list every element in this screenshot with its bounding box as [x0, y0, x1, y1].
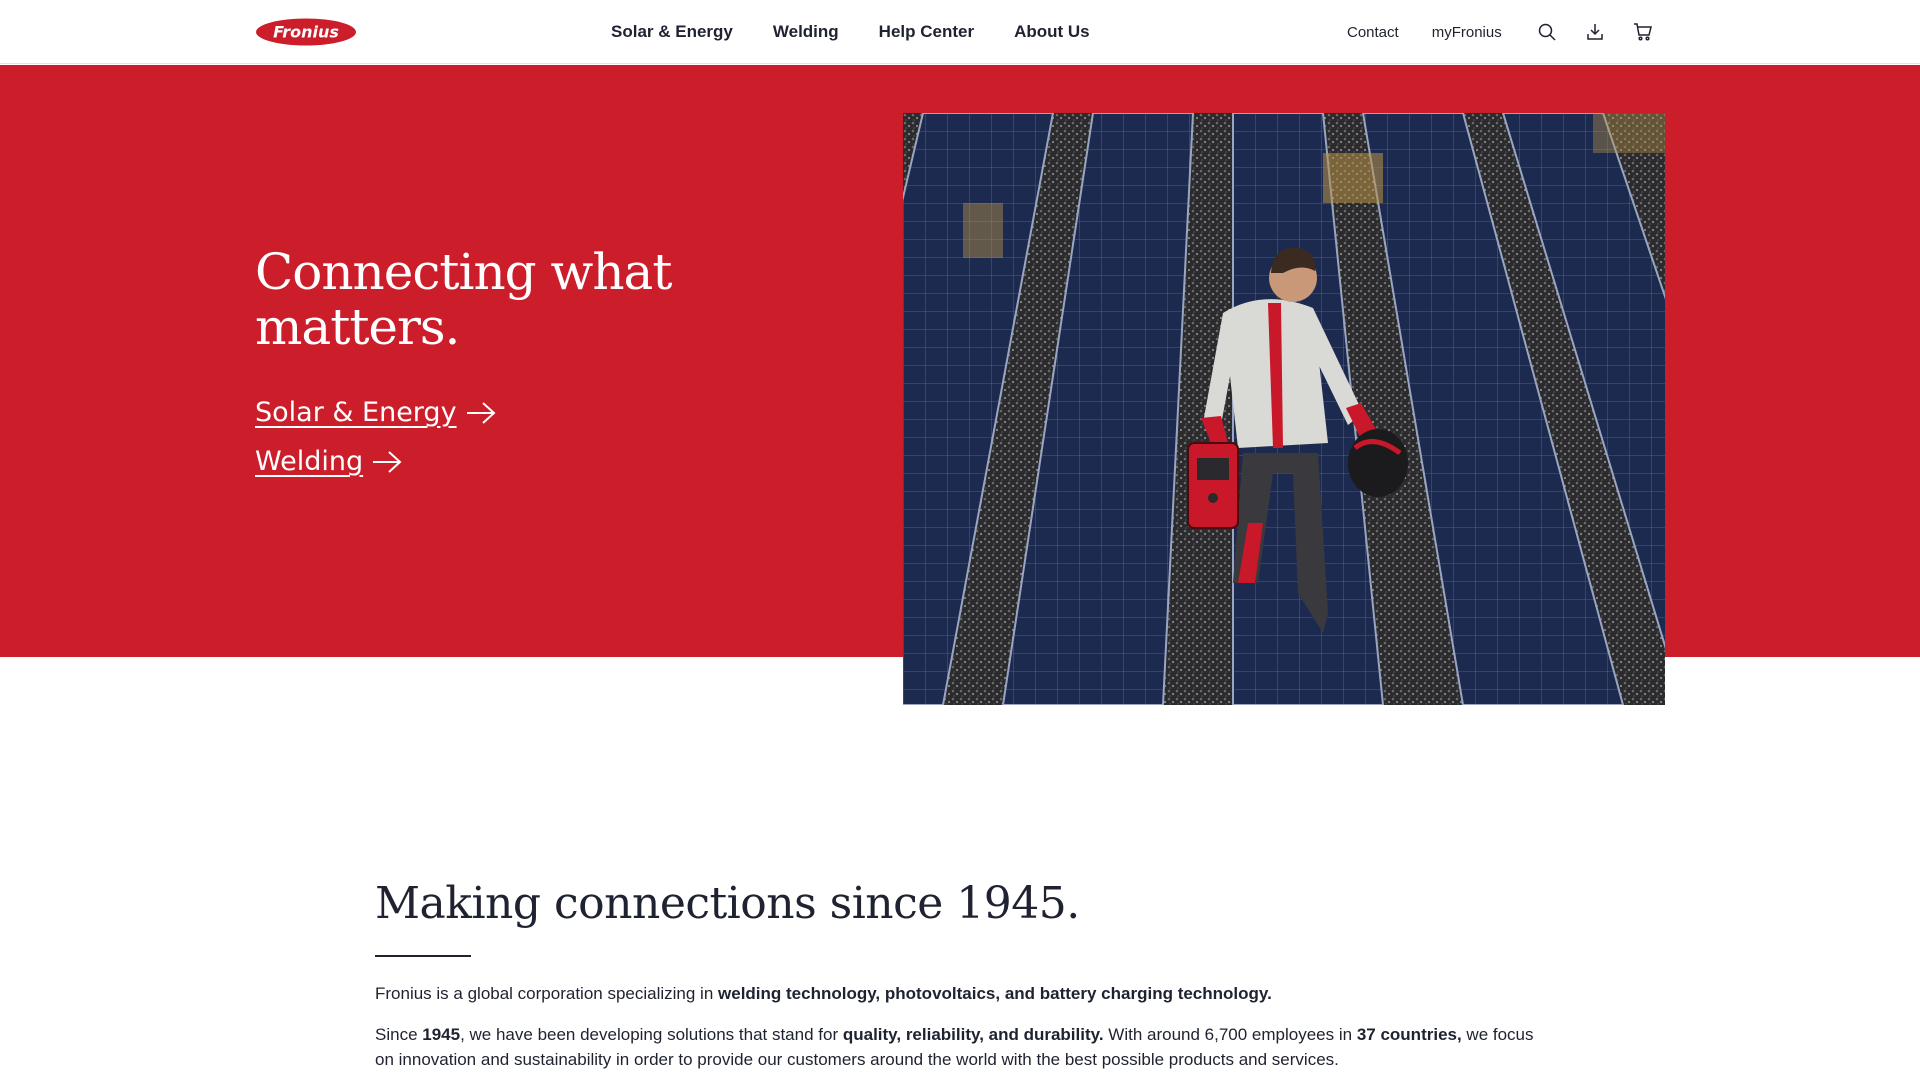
svg-text:Fronius: Fronius	[273, 23, 339, 42]
text-span: Fronius is a global corporation speciali…	[375, 984, 719, 1003]
about-paragraph-2: Since 1945, we have been developing solu…	[375, 1022, 1545, 1072]
nav-about-us[interactable]: About Us	[1014, 22, 1090, 42]
hero-link-solar-energy[interactable]: Solar & Energy	[255, 388, 497, 437]
text-span: Since	[375, 1025, 423, 1044]
fronius-logo[interactable]: Fronius	[255, 17, 357, 47]
text-span: With around 6,700 employees in	[1103, 1025, 1357, 1044]
search-icon[interactable]	[1535, 20, 1559, 44]
about-title: Making connections since 1945.	[375, 878, 1080, 929]
bold-text: 37 countries,	[1356, 1025, 1462, 1044]
nav-solar-energy[interactable]: Solar & Energy	[611, 22, 733, 42]
nav-help-center[interactable]: Help Center	[879, 22, 974, 42]
hero-link-label: Solar & Energy	[255, 397, 457, 428]
download-icon[interactable]	[1583, 20, 1607, 44]
bold-text: 1945	[422, 1025, 461, 1044]
hero-title: Connecting what matters.	[255, 243, 672, 356]
hero-photo-welder-solar-panels	[903, 113, 1665, 705]
hero-link-label: Welding	[255, 446, 364, 477]
contact-link[interactable]: Contact	[1347, 24, 1399, 41]
myfronius-link[interactable]: myFronius	[1432, 24, 1502, 41]
arrow-right-icon	[466, 401, 496, 424]
title-divider	[375, 955, 471, 957]
main-nav: Solar & Energy Welding Help Center About…	[611, 0, 1090, 64]
about-paragraph-1: Fronius is a global corporation speciali…	[375, 981, 1545, 1006]
text-span: , we have been developing solutions that…	[460, 1025, 843, 1044]
cart-icon[interactable]	[1631, 20, 1655, 44]
site-header: Fronius Solar & Energy Welding Help Cent…	[0, 0, 1920, 64]
hero-links: Solar & Energy Welding	[255, 388, 497, 486]
hero-link-welding[interactable]: Welding	[255, 437, 497, 486]
bold-text: welding technology, photovoltaics, and b…	[718, 984, 1272, 1003]
nav-welding[interactable]: Welding	[773, 22, 839, 42]
utility-nav: Contact myFronius	[1347, 0, 1655, 64]
arrow-right-icon	[373, 450, 402, 473]
bold-text: quality, reliability, and durability.	[842, 1025, 1104, 1044]
